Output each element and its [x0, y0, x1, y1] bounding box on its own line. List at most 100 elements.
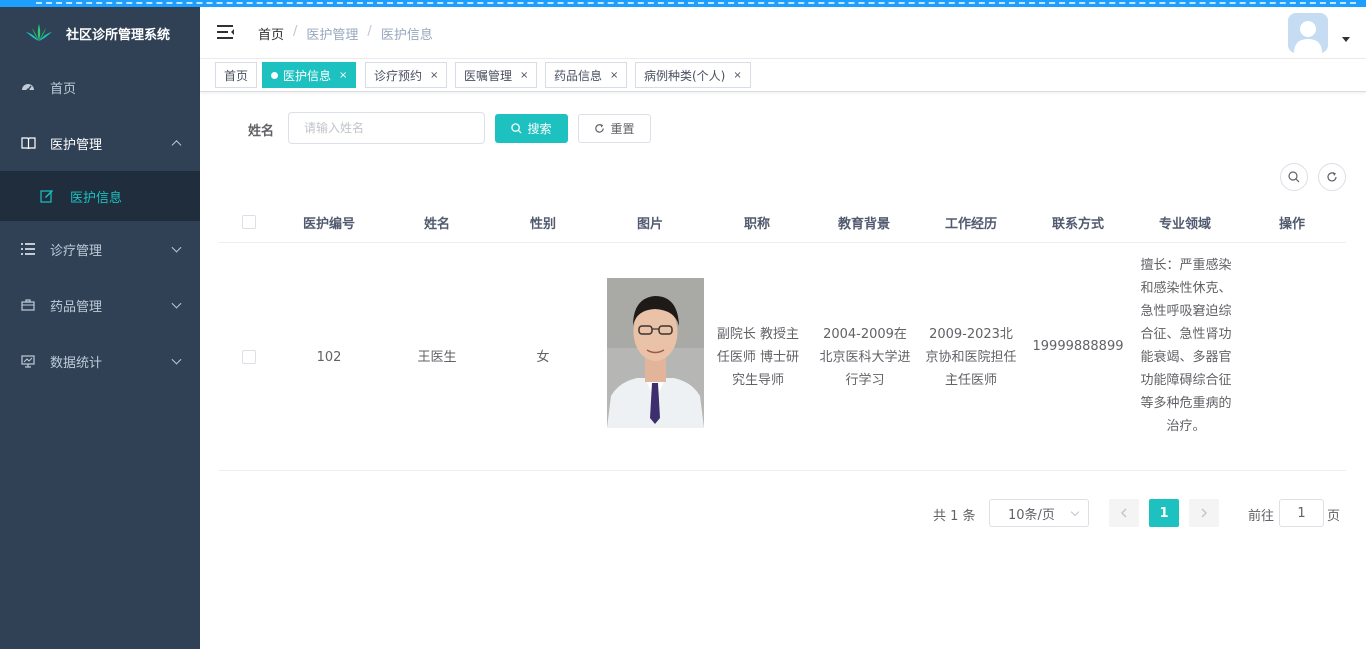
close-icon[interactable]: × [339, 70, 347, 81]
table-header: 医护编号 姓名 性别 图片 职称 教育背景 工作经历 联系方式 专业领域 操作 [219, 200, 1346, 243]
tag-label: 首页 [224, 68, 249, 83]
reset-button[interactable]: 重置 [578, 114, 651, 143]
chevron-left-icon [1121, 508, 1127, 518]
sidebar-item-staff-management[interactable]: 医护管理 [0, 115, 200, 171]
page-number-current[interactable]: 1 [1149, 499, 1179, 527]
tag-label: 医嘱管理 [464, 68, 513, 83]
phone-cell: 19999888899 [1032, 339, 1124, 354]
staff-table: 医护编号 姓名 性别 图片 职称 教育背景 工作经历 联系方式 专业领域 操作 … [219, 200, 1346, 471]
column-header: 教育背景 [837, 217, 890, 232]
top-stripe [0, 0, 1366, 7]
goto-suffix: 页 [1327, 509, 1341, 524]
sidebar-item-label: 医护信息 [70, 190, 123, 206]
doctor-photo[interactable] [607, 278, 704, 428]
breadcrumb-separator: / [367, 24, 372, 39]
avatar[interactable] [1288, 13, 1328, 53]
page-size-select[interactable]: 10条/页 [989, 499, 1089, 527]
close-icon[interactable]: × [520, 70, 528, 81]
column-header: 工作经历 [944, 217, 997, 232]
name-search-input[interactable] [288, 112, 485, 144]
chevron-down-icon [171, 354, 182, 365]
column-header: 医护编号 [302, 217, 355, 232]
sidebar-item-staff-info[interactable]: 医护信息 [0, 171, 200, 221]
column-header: 姓名 [423, 217, 450, 232]
column-header: 职称 [743, 217, 770, 232]
search-icon [1288, 171, 1300, 183]
sidebar-item-treatment-management[interactable]: 诊疗管理 [0, 221, 200, 277]
name-label: 姓名 [248, 124, 275, 139]
tag-label: 病例种类(个人) [644, 68, 726, 83]
work-experience-cell: 2009-2023北京协和医院担任主任医师 [925, 327, 1017, 388]
tag-appointment[interactable]: 诊疗预约 × [365, 62, 448, 88]
chevron-right-icon [1201, 508, 1207, 518]
tag-label: 诊疗预约 [374, 68, 423, 83]
close-icon[interactable]: × [733, 70, 741, 81]
close-icon[interactable]: × [430, 70, 438, 81]
monitor-icon [20, 353, 36, 369]
tags-view: 首页 医护信息 × 诊疗预约 × 医嘱管理 × 药品信息 × 病例种类(个人) … [200, 59, 1366, 92]
staff-id-cell: 102 [316, 350, 342, 365]
prev-page-button[interactable] [1109, 499, 1139, 527]
caret-down-icon[interactable] [1342, 37, 1350, 42]
breadcrumb-staff-info: 医护信息 [380, 28, 433, 43]
search-button[interactable]: 搜索 [495, 114, 568, 143]
search-button-label: 搜索 [527, 122, 552, 136]
refresh-button[interactable] [1318, 163, 1346, 191]
column-header: 性别 [529, 217, 556, 232]
close-icon[interactable]: × [610, 70, 618, 81]
page-size-value: 10条/页 [1008, 507, 1055, 523]
next-page-button[interactable] [1189, 499, 1219, 527]
sidebar-item-drug-management[interactable]: 药品管理 [0, 277, 200, 333]
sidebar-item-home[interactable]: 首页 [0, 59, 200, 115]
specialty-cell: 擅长：严重感染和感染性休克、急性呼吸窘迫综合征、急性肾功能衰竭、多器官功能障碍综… [1140, 258, 1232, 434]
sidebar-item-label: 医护管理 [50, 137, 103, 153]
sidebar-item-label: 首页 [50, 81, 77, 97]
leaf-logo-icon [26, 24, 52, 41]
chevron-down-icon [171, 242, 182, 253]
reset-button-label: 重置 [610, 122, 635, 136]
chevron-up-icon [171, 140, 182, 151]
tag-home[interactable]: 首页 [215, 62, 258, 88]
breadcrumb-home[interactable]: 首页 [258, 24, 284, 43]
staff-gender-cell: 女 [536, 350, 550, 365]
breadcrumb-separator: / [293, 24, 298, 39]
tag-label: 药品信息 [554, 68, 603, 83]
active-dot-icon [271, 71, 278, 79]
pagination-total: 共 1 条 [933, 509, 976, 524]
tag-staff-info[interactable]: 医护信息 × [262, 62, 357, 88]
column-header: 图片 [636, 217, 663, 232]
breadcrumb-staff-management: 医护管理 [306, 28, 359, 43]
tag-medical-orders[interactable]: 医嘱管理 × [455, 62, 538, 88]
column-header: 联系方式 [1051, 217, 1104, 232]
dashboard-icon [20, 79, 36, 95]
toggle-search-button[interactable] [1280, 163, 1308, 191]
refresh-icon [594, 123, 605, 134]
goto-page-input[interactable] [1279, 499, 1324, 527]
row-checkbox[interactable] [242, 350, 256, 364]
tag-case-types[interactable]: 病例种类(个人) × [635, 62, 751, 88]
sidebar-item-label: 诊疗管理 [50, 243, 103, 259]
tag-drug-info[interactable]: 药品信息 × [545, 62, 628, 88]
sidebar: 社区诊所管理系统 首页 医护管理 医护信息 诊疗管理 药品管理 数据统计 [0, 7, 200, 649]
search-icon [511, 123, 523, 134]
hamburger-icon[interactable] [217, 25, 235, 39]
navbar: 首页 / 医护管理 / 医护信息 [200, 7, 1366, 59]
staff-name-cell: 王医生 [417, 350, 457, 365]
logo: 社区诊所管理系统 [0, 7, 200, 59]
staff-title-cell: 副院长 教授主任医师 博士研究生导师 [716, 327, 800, 388]
breadcrumb: 首页 / 医护管理 / 医护信息 [258, 24, 433, 43]
list-icon [20, 241, 36, 257]
sidebar-item-statistics[interactable]: 数据统计 [0, 333, 200, 389]
goto-label: 前往 [1248, 509, 1275, 524]
edit-icon [40, 189, 54, 203]
chevron-down-icon [171, 298, 182, 309]
column-header: 操作 [1278, 217, 1305, 232]
education-cell: 2004-2009在北京医科大学进行学习 [819, 327, 911, 388]
chevron-down-icon [1070, 507, 1080, 517]
column-header: 专业领域 [1158, 217, 1211, 232]
doctor-photo-image [607, 278, 704, 428]
tag-label: 医护信息 [283, 68, 332, 83]
select-all-checkbox[interactable] [242, 215, 256, 229]
sidebar-item-label: 数据统计 [50, 355, 103, 371]
book-icon [20, 135, 36, 151]
